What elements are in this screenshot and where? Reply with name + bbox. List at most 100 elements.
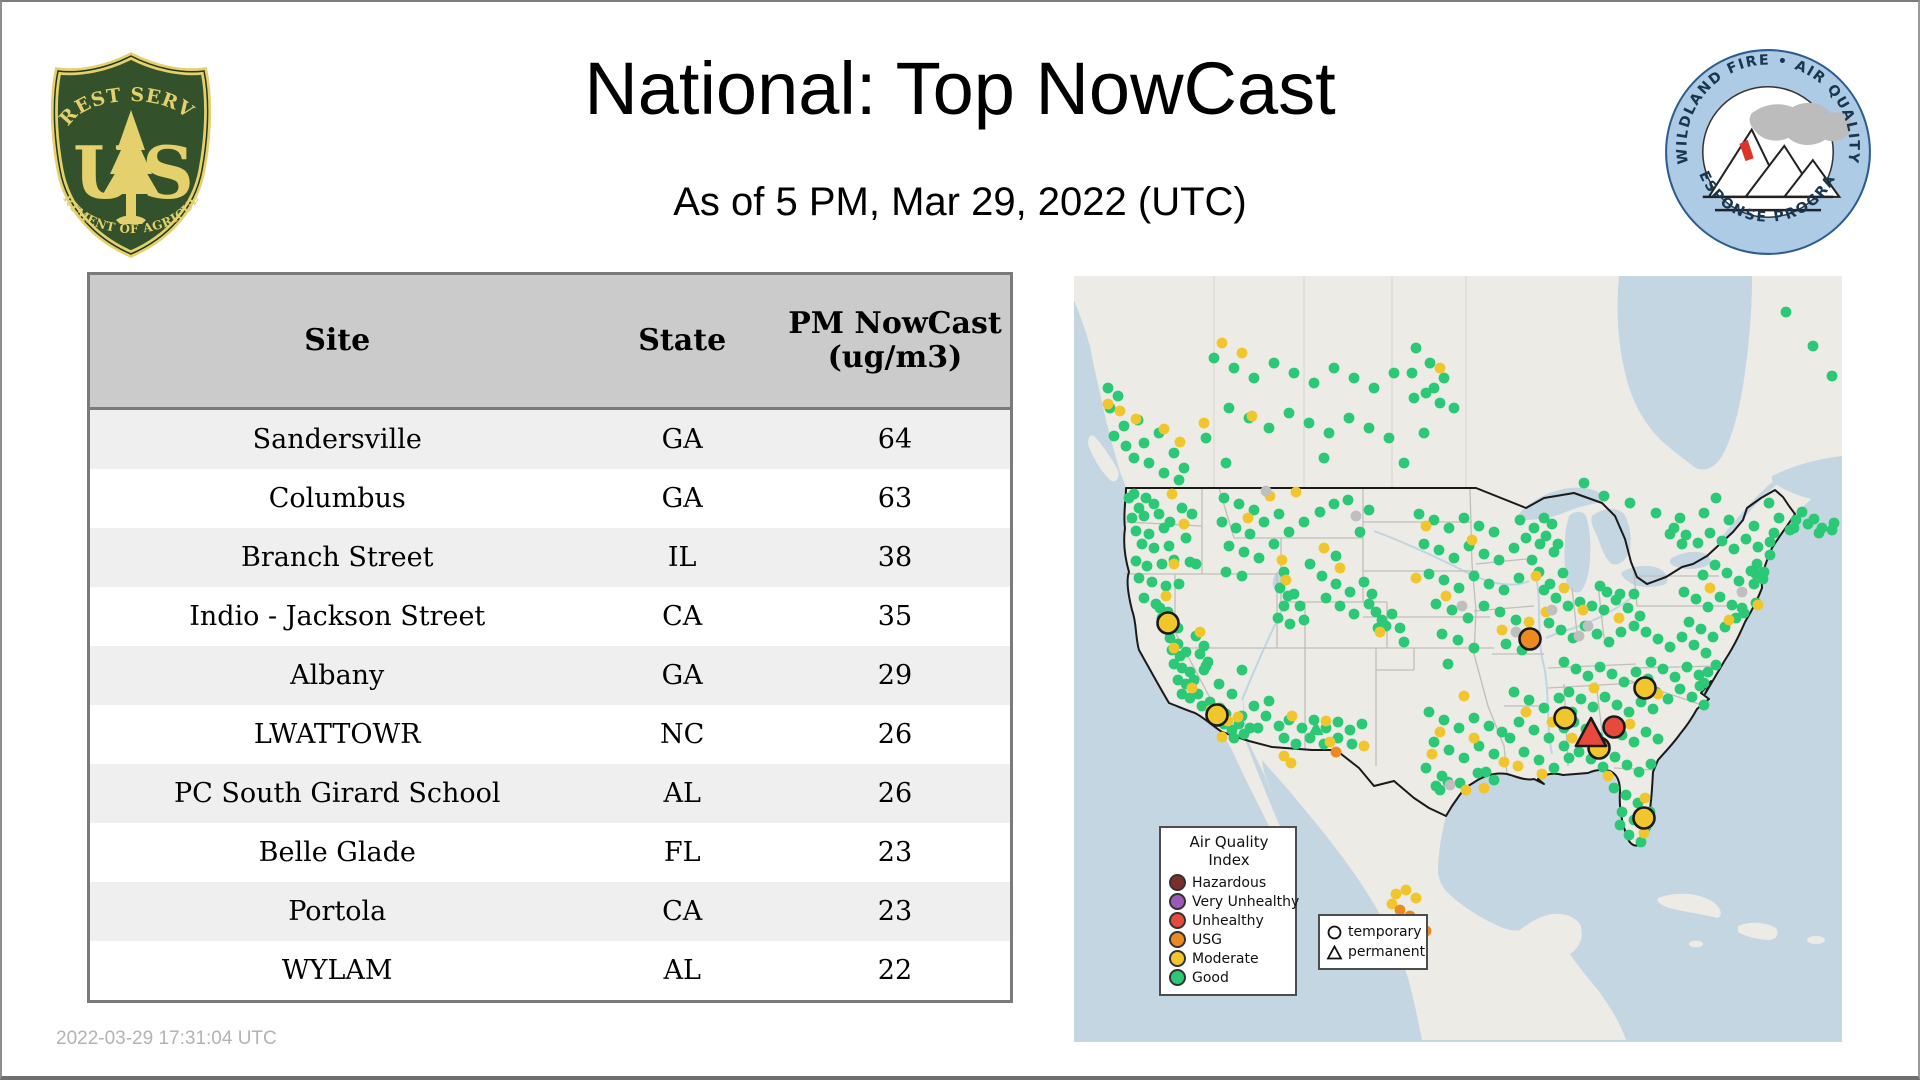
monitor-dot-good [1176,502,1188,514]
site-cell: Indio - Jackson Street [189,601,486,632]
monitor-dot-good [1634,610,1646,622]
monitor-dot-good [1348,372,1360,384]
monitor-dot-good [1704,527,1716,539]
monitor-dot-good [1102,382,1114,394]
monitor-dot-good [1318,452,1330,464]
monitor-dot-good [1458,752,1470,764]
monitor-dot-moderate [1286,710,1298,722]
monitor-dot-good [1483,578,1495,590]
monitor-dot-good [1807,340,1819,352]
monitor-dot-good [1330,578,1342,590]
monitor-dot-moderate [1102,398,1114,410]
monitor-dot-good [1773,512,1785,524]
monitor-dot-good [1650,507,1662,519]
monitor-dot-good [1233,498,1245,510]
monitor-dot-moderate [1246,410,1258,422]
monitor-dot-good [1674,683,1686,695]
pm-nowcast-cell: 29 [877,660,913,691]
monitor-dot-good [1676,538,1688,550]
monitor-dot-good [1418,427,1430,439]
monitor-dot-good [1496,726,1508,738]
monitor-dot-good [1363,422,1375,434]
monitor-dot-good [1578,477,1590,489]
monitor-dot-moderate [1276,554,1288,566]
monitor-dot-good [1342,494,1354,506]
table-header-row: Site State PM NowCast (ug/m3) [88,273,1012,410]
column-header-site: Site [88,273,585,410]
monitor-dot-good [1394,622,1406,634]
monitor-dot-good [1136,538,1148,550]
monitor-dot-no_data [1582,620,1594,632]
legend-label: permanent [1348,944,1426,960]
aqi-color-swatch [1169,950,1186,967]
monitor-dot-good [1408,392,1420,404]
monitor-dot-good [1488,748,1500,760]
legend-item-permanent: permanent [1326,942,1425,962]
monitor-dot-good [1647,703,1659,715]
monitor-dot-good [1200,432,1212,444]
site-cell: Albany [290,660,385,691]
state-cell: AL [663,955,701,986]
monitor-dot-good [1452,634,1464,646]
monitor-dot-good [1752,541,1764,553]
monitor-dot-good [1468,642,1480,654]
site-cell: LWATTOWR [253,719,421,750]
monitor-dot-good [1669,671,1681,683]
monitor-dot-good [1213,678,1225,690]
aqi-legend-label: Good [1192,969,1229,986]
state-cell: AL [663,778,701,809]
monitor-dot-good [1236,664,1248,676]
monitor-dot-moderate [1512,760,1524,772]
monitor-dot-good [1413,508,1425,520]
monitor-dot-good [1483,720,1495,732]
monitor-dot-good [1558,740,1570,752]
aqi-legend-item-good: Good [1169,968,1289,987]
monitor-dot-good [1621,759,1633,771]
wfaqrp-logo: WILDLAND FIRE • AIR QUALITY RESPONSE PRO… [1662,46,1871,255]
monitor-dot-good [1133,572,1145,584]
monitor-dot-good [1598,490,1610,502]
monitor-dot-good [1158,467,1170,479]
monitor-dot-good [1443,522,1455,534]
monitor-dot-moderate [1639,792,1651,804]
monitor-dot-good [1453,582,1465,594]
monitor-dot-good [1733,575,1745,587]
monitor-dot-good [1443,744,1455,756]
monitor-dot-good [1226,688,1238,700]
monitor-dot-good [1130,555,1142,567]
monitor-dot-good [1573,746,1585,758]
monitor-dot-good [1591,628,1603,640]
monitor-dot-moderate [1174,436,1186,448]
monitor-dot-good [1683,616,1695,628]
legend-item-temporary: temporary [1326,922,1422,942]
monitor-dot-good [1550,592,1562,604]
monitor-dot-moderate [1198,417,1210,429]
site-cell: PC South Girard School [173,778,501,809]
monitor-dot-moderate [1558,582,1570,594]
aqi-legend-label: Hazardous [1192,874,1267,891]
monitor-dot-good [1163,540,1175,552]
monitor-dot-good [1526,554,1538,566]
pm-nowcast-cell: 23 [877,896,913,927]
monitor-dot-good [1816,522,1828,534]
monitor-dot-good [1707,631,1719,643]
monitor-dot-moderate [1374,626,1386,638]
monitor-dot-good [1223,402,1235,414]
monitor-dot-moderate [1160,590,1172,602]
monitor-dot-good [1218,492,1230,504]
aqi-legend-item-hazardous: Hazardous [1169,873,1289,892]
top-site-marker-moderate [1205,703,1229,727]
monitor-dot-good [1173,578,1185,590]
monitor-dot-moderate [1285,757,1297,769]
monitor-dot-moderate [1588,682,1600,694]
monitor-dot-good [1344,586,1356,598]
table-row: Portola CA 23 [88,882,1012,941]
monitor-dot-moderate [1114,405,1126,417]
monitor-dot-good [1178,462,1190,474]
monitor-dot-moderate [1530,570,1542,582]
monitor-dot-good [1488,774,1500,786]
monitor-dot-good [1688,639,1700,651]
pm-nowcast-cell: 64 [877,424,913,455]
monitor-dot-good [1599,691,1611,703]
state-cell: CA [662,601,703,632]
